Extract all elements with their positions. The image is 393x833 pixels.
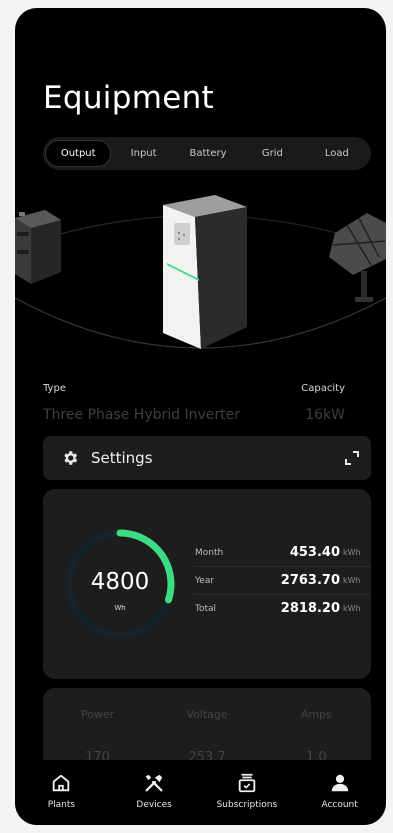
inverter-device-icon[interactable] (155, 193, 255, 353)
stat-unit: kWh (343, 604, 361, 613)
gauge-unit: Wh (114, 604, 126, 612)
gauge-value: 4800 (90, 569, 150, 595)
stat-label: Month (195, 547, 224, 558)
energy-card: 4800 Wh Month 453.40 kWh Year 2763.70 kW… (43, 489, 371, 679)
nav-account[interactable]: Account (293, 760, 386, 825)
expand-icon[interactable] (345, 451, 359, 465)
house-icon (53, 774, 70, 792)
tab-battery[interactable]: Battery (176, 140, 240, 167)
stat-value: 453.40 (289, 545, 340, 560)
tab-grid[interactable]: Grid (240, 140, 304, 167)
stat-unit: kWh (343, 576, 361, 585)
metric-header-amps: Amps (300, 708, 332, 721)
stat-value: 2818.20 (280, 601, 340, 616)
gear-icon (64, 451, 78, 465)
stat-value: 2763.70 (280, 573, 340, 588)
tab-load[interactable]: Load (305, 140, 369, 167)
tools-icon (145, 774, 163, 792)
app-screen: Equipment Output Input Battery Grid Load (15, 8, 386, 825)
nav-plants[interactable]: Plants (15, 760, 108, 825)
capacity-value: 16kW (305, 407, 345, 423)
nav-label: Devices (136, 800, 172, 810)
capacity-label: Capacity (301, 383, 345, 394)
energy-stats: Month 453.40 kWh Year 2763.70 kWh Total … (193, 539, 371, 622)
nav-subscriptions[interactable]: Subscriptions (201, 760, 294, 825)
nav-devices[interactable]: Devices (108, 760, 201, 825)
solar-panel-device-icon[interactable] (327, 213, 386, 303)
subscription-box-icon (238, 773, 256, 793)
nav-label: Plants (47, 800, 76, 810)
device-info-labels: Type Capacity (43, 383, 345, 394)
metric-header-voltage: Voltage (186, 708, 228, 721)
stat-row: Total 2818.20 kWh (193, 595, 371, 622)
type-label: Type (43, 383, 66, 394)
device-info-values: Three Phase Hybrid Inverter 16kW (43, 407, 345, 423)
tab-output[interactable]: Output (45, 140, 112, 167)
stat-row: Month 453.40 kWh (193, 539, 371, 567)
equipment-tabs: Output Input Battery Grid Load (43, 137, 371, 170)
settings-button[interactable]: Settings (43, 436, 371, 480)
stat-unit: kWh (343, 548, 361, 557)
tab-input[interactable]: Input (111, 140, 175, 167)
metrics-headers: Power Voltage Amps (43, 708, 371, 721)
metric-header-power: Power (81, 708, 115, 721)
nav-label: Account (321, 800, 358, 810)
stat-row: Year 2763.70 kWh (193, 567, 371, 595)
settings-label: Settings (91, 449, 153, 467)
page-title: Equipment (43, 80, 214, 116)
stat-label: Total (195, 603, 217, 614)
equipment-carousel[interactable] (15, 188, 386, 368)
nav-label: Subscriptions (216, 800, 278, 810)
user-icon (331, 774, 348, 792)
bottom-nav: Plants Devices Subscriptions Account (15, 760, 386, 825)
battery-device-icon[interactable] (15, 210, 67, 292)
type-value: Three Phase Hybrid Inverter (43, 407, 240, 423)
stat-label: Year (195, 575, 215, 586)
